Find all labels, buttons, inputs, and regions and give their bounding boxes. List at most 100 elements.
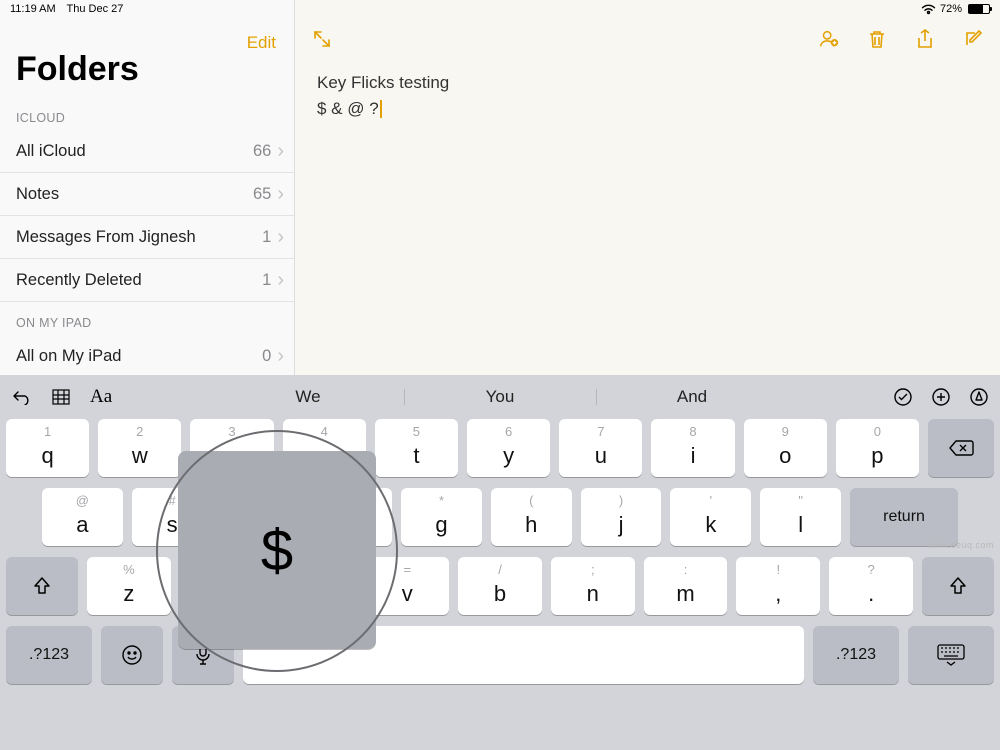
key-i[interactable]: 8i: [651, 419, 734, 477]
note-line: Key Flicks testing: [317, 70, 978, 96]
shift-key[interactable]: [922, 557, 994, 615]
watermark: www.deuq.com: [927, 540, 994, 550]
key-m[interactable]: :m: [644, 557, 728, 615]
folder-label: All iCloud: [16, 142, 86, 161]
key-flick: 7: [597, 424, 604, 439]
key-main: a: [76, 512, 88, 538]
key-main: g: [435, 512, 447, 538]
key-flick: 5: [413, 424, 420, 439]
key-flick: @: [76, 493, 89, 508]
key-main: z: [123, 581, 134, 607]
format-icon[interactable]: Aa: [90, 386, 112, 408]
section-header-ipad: ON MY IPAD: [0, 302, 294, 335]
key-j[interactable]: )j: [581, 488, 662, 546]
chevron-right-icon: ›: [277, 346, 284, 366]
key-main: b: [494, 581, 506, 607]
folder-count: 1: [262, 228, 271, 247]
shift-key[interactable]: [6, 557, 78, 615]
key-flick: 6: [505, 424, 512, 439]
key-main: u: [595, 443, 607, 469]
folder-row-messages[interactable]: Messages From Jignesh 1›: [0, 216, 294, 259]
key-main: i: [691, 443, 696, 469]
key-w[interactable]: 2w: [98, 419, 181, 477]
text-cursor: [380, 100, 382, 118]
key-v[interactable]: =v: [365, 557, 449, 615]
folder-label: Recently Deleted: [16, 271, 142, 290]
table-icon[interactable]: [52, 389, 70, 405]
backspace-key[interactable]: [928, 419, 994, 477]
key-q[interactable]: 1q: [6, 419, 89, 477]
key-k[interactable]: 'k: [670, 488, 751, 546]
suggestions: We You And: [212, 387, 788, 407]
key-b[interactable]: /b: [458, 557, 542, 615]
folder-count: 65: [253, 185, 271, 204]
check-circle-icon[interactable]: [894, 388, 912, 406]
key-flick: /: [498, 562, 502, 577]
numbers-key[interactable]: .?123: [813, 626, 899, 684]
compose-icon[interactable]: [962, 28, 984, 50]
key-flick: 3: [228, 424, 235, 439]
folder-count: 1: [262, 271, 271, 290]
key-flick: ': [710, 493, 712, 508]
wifi-icon: [921, 4, 936, 15]
return-key[interactable]: return: [850, 488, 958, 546]
key-n[interactable]: ;n: [551, 557, 635, 615]
emoji-key[interactable]: [101, 626, 163, 684]
key-,[interactable]: !,: [736, 557, 820, 615]
key-flick: ): [619, 493, 623, 508]
key-flick: (: [529, 493, 533, 508]
key-u[interactable]: 7u: [559, 419, 642, 477]
key-z[interactable]: %z: [87, 557, 171, 615]
markup-icon[interactable]: [970, 388, 988, 406]
add-person-icon[interactable]: [818, 28, 840, 50]
key-main: o: [779, 443, 791, 469]
key-a[interactable]: @a: [42, 488, 123, 546]
suggestion[interactable]: And: [596, 387, 788, 407]
plus-circle-icon[interactable]: [932, 388, 950, 406]
key-main: l: [798, 512, 803, 538]
chevron-right-icon: ›: [277, 141, 284, 161]
suggestion[interactable]: You: [404, 387, 596, 407]
key-flick: ": [798, 493, 803, 508]
hide-keyboard-key[interactable]: [908, 626, 994, 684]
trash-icon[interactable]: [866, 28, 888, 50]
key-g[interactable]: *g: [401, 488, 482, 546]
key-main: m: [676, 581, 694, 607]
key-flick: 2: [136, 424, 143, 439]
undo-icon[interactable]: [12, 389, 32, 405]
key-flick: ;: [591, 562, 595, 577]
key-main: k: [705, 512, 716, 538]
share-icon[interactable]: [914, 28, 936, 50]
key-flick: #: [169, 493, 176, 508]
expand-icon[interactable]: [311, 28, 333, 50]
folder-row-all-ipad[interactable]: All on My iPad 0›: [0, 335, 294, 378]
key-p[interactable]: 0p: [836, 419, 919, 477]
key-l[interactable]: "l: [760, 488, 841, 546]
edit-button[interactable]: Edit: [247, 33, 276, 53]
note-area: Key Flicks testing $ & @ ?: [295, 0, 1000, 375]
key-main: h: [525, 512, 537, 538]
key-h[interactable]: (h: [491, 488, 572, 546]
folder-row-deleted[interactable]: Recently Deleted 1›: [0, 259, 294, 302]
key-flick: !: [777, 562, 781, 577]
key-.[interactable]: ?.: [829, 557, 913, 615]
key-main: w: [132, 443, 148, 469]
key-main: q: [41, 443, 53, 469]
key-flick: =: [403, 562, 411, 577]
status-right: 72%: [921, 3, 990, 15]
numbers-key[interactable]: .?123: [6, 626, 92, 684]
note-toolbar: [295, 22, 1000, 54]
key-y[interactable]: 6y: [467, 419, 550, 477]
chevron-right-icon: ›: [277, 184, 284, 204]
folder-count: 0: [262, 347, 271, 366]
status-bar: 11:19 AM Thu Dec 27 72%: [0, 0, 1000, 18]
key-main: n: [587, 581, 599, 607]
note-body[interactable]: Key Flicks testing $ & @ ?: [295, 54, 1000, 137]
key-o[interactable]: 9o: [744, 419, 827, 477]
key-flick: 8: [689, 424, 696, 439]
folder-row-all-icloud[interactable]: All iCloud 66›: [0, 130, 294, 173]
key-main: s: [167, 512, 178, 538]
suggestion[interactable]: We: [212, 387, 404, 407]
key-t[interactable]: 5t: [375, 419, 458, 477]
folder-row-notes[interactable]: Notes 65›: [0, 173, 294, 216]
